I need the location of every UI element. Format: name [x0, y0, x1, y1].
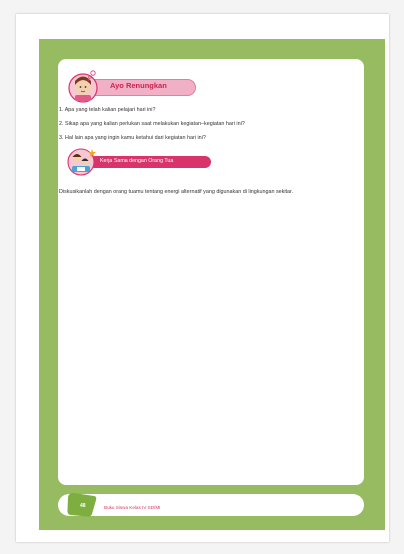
- parent-child-icon: [67, 148, 96, 176]
- reflect-title: Ayo Renungkan: [110, 81, 167, 90]
- parents-instruction: Diskusikanlah dengan orang tuamu tentang…: [59, 189, 294, 195]
- reflect-question-2: 2. Sikap apa yang kalian perlukan saat m…: [59, 121, 245, 127]
- girl-thinking-icon: [68, 70, 98, 103]
- page-number: 48: [80, 503, 86, 509]
- section-header-parents: Kerja Sama dengan Orang Tua: [66, 147, 216, 177]
- book-title: Buku Siswa Kelas IV SD/MI: [104, 505, 161, 510]
- parents-title: Kerja Sama dengan Orang Tua: [100, 157, 174, 164]
- reflect-question-1: 1. Apa yang telah kalian pelajari hari i…: [59, 107, 156, 113]
- section-header-reflect: Ayo Renungkan: [66, 69, 206, 103]
- reflect-question-3: 3. Hal lain apa yang ingin kamu ketahui …: [59, 135, 206, 141]
